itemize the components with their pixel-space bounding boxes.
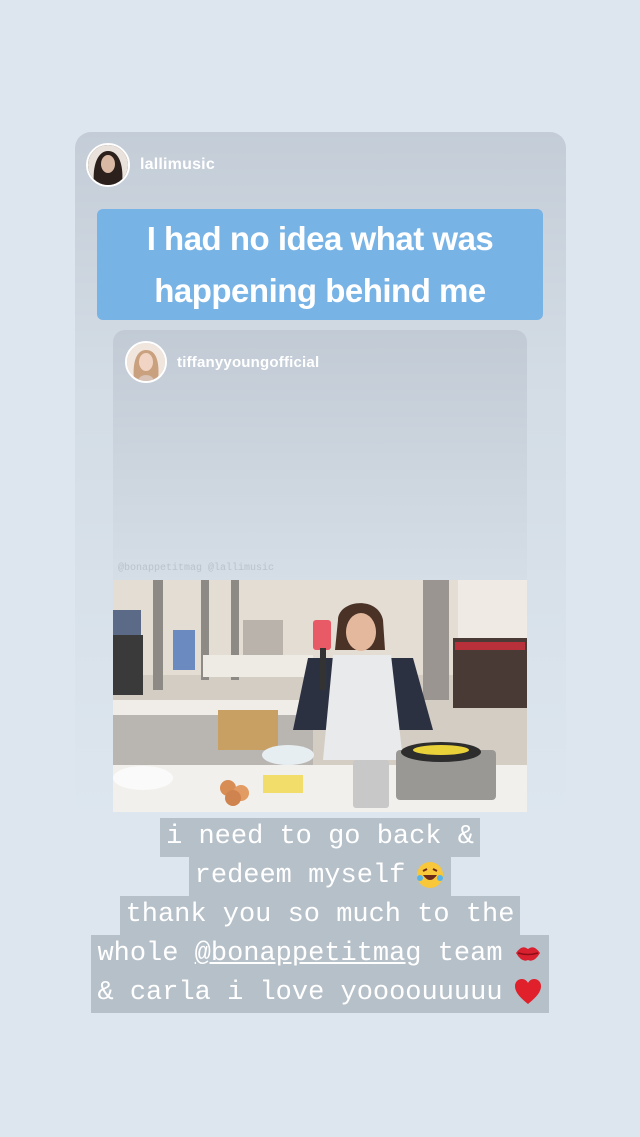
kiss-lips-emoji-icon [515,947,540,961]
headline-sticker: I had no idea what was happening behind … [97,209,543,320]
faint-mention-tags: @bonappetitmag @lallimusic [118,563,275,574]
avatar[interactable] [125,341,167,383]
caption-line-5-wrap: & carla i love yoooouuuuu [91,974,549,1013]
inner-post-header[interactable]: tiffanyyoungofficial [125,341,319,383]
profile-photo-icon [127,343,165,381]
kitchen-scene-illustration [113,580,527,812]
laughing-tears-emoji-icon [417,861,444,888]
caption-line-5: & carla i love yoooouuuuu [97,978,503,1008]
red-heart-emoji-icon [514,978,541,1004]
headline-line-1: I had no idea what was [146,220,494,257]
caption-line-4-suffix: team [421,939,503,969]
mention-link[interactable]: @bonappetitmag [195,939,422,969]
inner-username[interactable]: tiffanyyoungofficial [177,354,319,371]
outer-username[interactable]: lallimusic [140,156,215,174]
caption-line-2: redeem myself [194,861,406,891]
caption-line-3: thank you so much to the [119,896,521,935]
outer-post-header[interactable]: lallimusic [86,143,215,187]
profile-photo-icon [88,145,128,185]
caption-line-4-wrap: whole @bonappetitmag team [91,935,549,974]
kitchen-video[interactable] [113,580,527,812]
caption-line-2-wrap: redeem myself [188,857,452,896]
avatar[interactable] [86,143,130,187]
caption-line-4-prefix: whole [97,939,195,969]
headline-line-2: happening behind me [154,272,486,309]
caption-line-1: i need to go back & [160,818,480,857]
story-caption: i need to go back & redeem myself thank … [0,818,640,1013]
